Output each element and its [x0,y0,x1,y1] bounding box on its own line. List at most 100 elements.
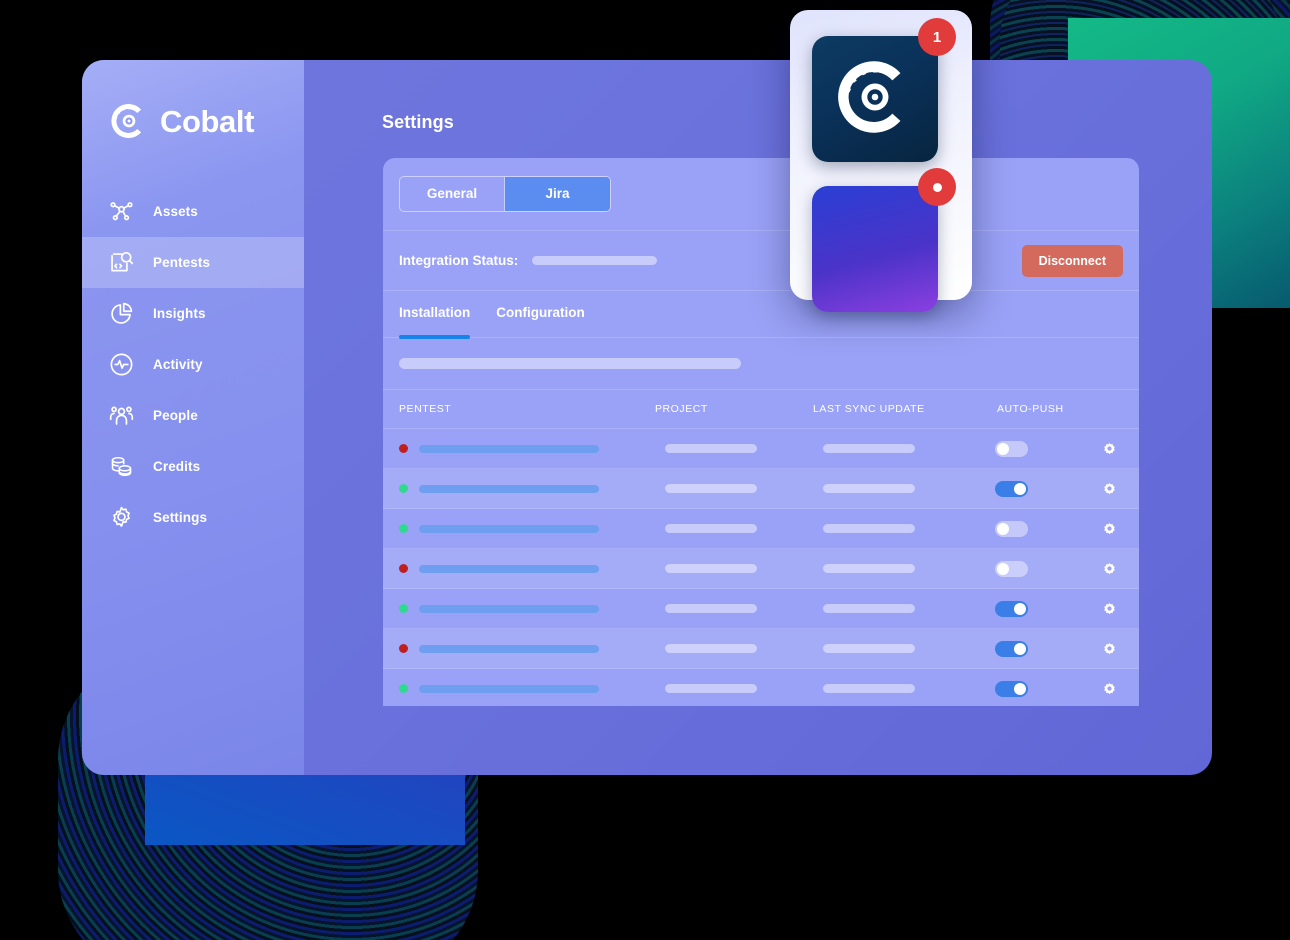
sidebar: Cobalt Assets Pentests Insights Activity… [82,60,304,775]
row-actions [1028,521,1123,536]
notification-count-badge: 1 [918,18,956,56]
status-dot [399,684,408,693]
sidebar-item-label: Pentests [153,255,211,270]
sidebar-item-label: Credits [153,459,201,474]
screenshot-stage: Cobalt Assets Pentests Insights Activity… [0,0,1290,940]
sidebar-item-settings[interactable]: Settings [82,492,304,543]
project-name-placeholder [665,524,757,533]
auto-push-toggle[interactable] [995,440,1028,457]
tab-configuration[interactable]: Configuration [496,305,584,337]
cobalt-app-tile[interactable]: 1 [812,18,956,162]
tab-jira[interactable]: Jira [505,177,610,211]
pentest-name-placeholder [419,484,599,493]
status-dot [399,524,408,533]
last-sync-update-placeholder [823,604,915,613]
last-sync-update-placeholder [823,444,915,453]
settings-gear-icon [108,504,135,531]
auto-push-toggle[interactable] [995,600,1028,617]
pentests-code-search-icon [108,249,135,276]
sidebar-item-credits[interactable]: Credits [82,441,304,492]
gear-icon[interactable] [1102,561,1117,576]
last-sync-update-placeholder [823,484,915,493]
row-actions [1028,601,1123,616]
activity-pulse-icon [108,351,135,378]
status-dot [399,484,408,493]
auto-push-toggle[interactable] [995,520,1028,537]
column-header-project: PROJECT [655,403,708,415]
pentest-name-placeholder [419,524,599,533]
brand: Cobalt [82,94,304,142]
sub-tabs: Installation Configuration [383,291,1139,339]
sidebar-item-label: Activity [153,357,203,372]
gear-icon[interactable] [1102,521,1117,536]
gear-icon[interactable] [1102,481,1117,496]
status-dot [399,564,408,573]
table-body [383,429,1139,706]
people-group-icon [108,402,135,429]
table-row[interactable] [383,589,1139,629]
description-placeholder [399,358,741,369]
sidebar-item-insights[interactable]: Insights [82,288,304,339]
gear-icon[interactable] [1102,641,1117,656]
status-dot [399,644,408,653]
last-sync-update-placeholder [823,524,915,533]
sidebar-item-activity[interactable]: Activity [82,339,304,390]
sidebar-item-assets[interactable]: Assets [82,186,304,237]
second-app-tile[interactable] [812,168,956,312]
sidebar-item-label: Insights [153,306,206,321]
row-actions [1028,441,1123,456]
row-actions [1028,641,1123,656]
brand-name: Cobalt [160,103,255,139]
sidebar-item-people[interactable]: People [82,390,304,441]
gear-icon[interactable] [1102,681,1117,696]
cobalt-gear-c-logo-icon [831,53,919,146]
gear-icon[interactable] [1102,601,1117,616]
table-row[interactable] [383,509,1139,549]
column-header-pentest: PENTEST [399,403,452,415]
project-name-placeholder [665,444,757,453]
app-window: Cobalt Assets Pentests Insights Activity… [82,60,1212,775]
pentest-name-placeholder [419,444,599,453]
cobalt-gear-c-logo-icon [108,100,150,142]
disconnect-button[interactable]: Disconnect [1021,244,1123,277]
last-sync-update-placeholder [823,564,915,573]
table-row[interactable] [383,549,1139,589]
integration-status-row: Integration Status: Disconnect [383,231,1139,291]
table-row[interactable] [383,629,1139,669]
gear-icon[interactable] [1102,441,1117,456]
main-content: Settings General Jira Integration Status… [304,60,1212,775]
auto-push-toggle[interactable] [995,680,1028,697]
settings-panel: General Jira Integration Status: Disconn… [383,158,1139,706]
pentest-name-placeholder [419,684,599,693]
pentest-name-placeholder [419,604,599,613]
status-dot [399,444,408,453]
table-row[interactable] [383,669,1139,706]
description-row [383,338,1139,390]
notification-dot-icon [918,168,956,206]
table-row[interactable] [383,469,1139,509]
table-header: PENTEST PROJECT LAST SYNC UPDATE AUTO-PU… [383,390,1139,429]
pentest-name-placeholder [419,564,599,573]
auto-push-toggle[interactable] [995,640,1028,657]
status-dot [399,604,408,613]
sidebar-item-label: People [153,408,198,423]
credits-coins-icon [108,453,135,480]
project-name-placeholder [665,644,757,653]
auto-push-toggle[interactable] [995,480,1028,497]
project-name-placeholder [665,484,757,493]
sidebar-item-label: Settings [153,510,208,525]
sub-tabs-row: Installation Configuration [383,291,1139,339]
integration-status-label: Integration Status: [399,253,519,268]
column-header-auto-push: AUTO-PUSH [997,403,1064,415]
sidebar-item-pentests[interactable]: Pentests [82,237,304,288]
row-actions [1028,481,1123,496]
table-row[interactable] [383,429,1139,469]
insights-pie-chart-icon [108,300,135,327]
auto-push-toggle[interactable] [995,560,1028,577]
pentest-name-placeholder [419,644,599,653]
tab-installation[interactable]: Installation [399,305,471,339]
row-actions [1028,561,1123,576]
floating-integration-card: 1 [790,10,972,312]
tab-general[interactable]: General [400,177,505,211]
integration-tabs-row: General Jira [383,158,1139,231]
